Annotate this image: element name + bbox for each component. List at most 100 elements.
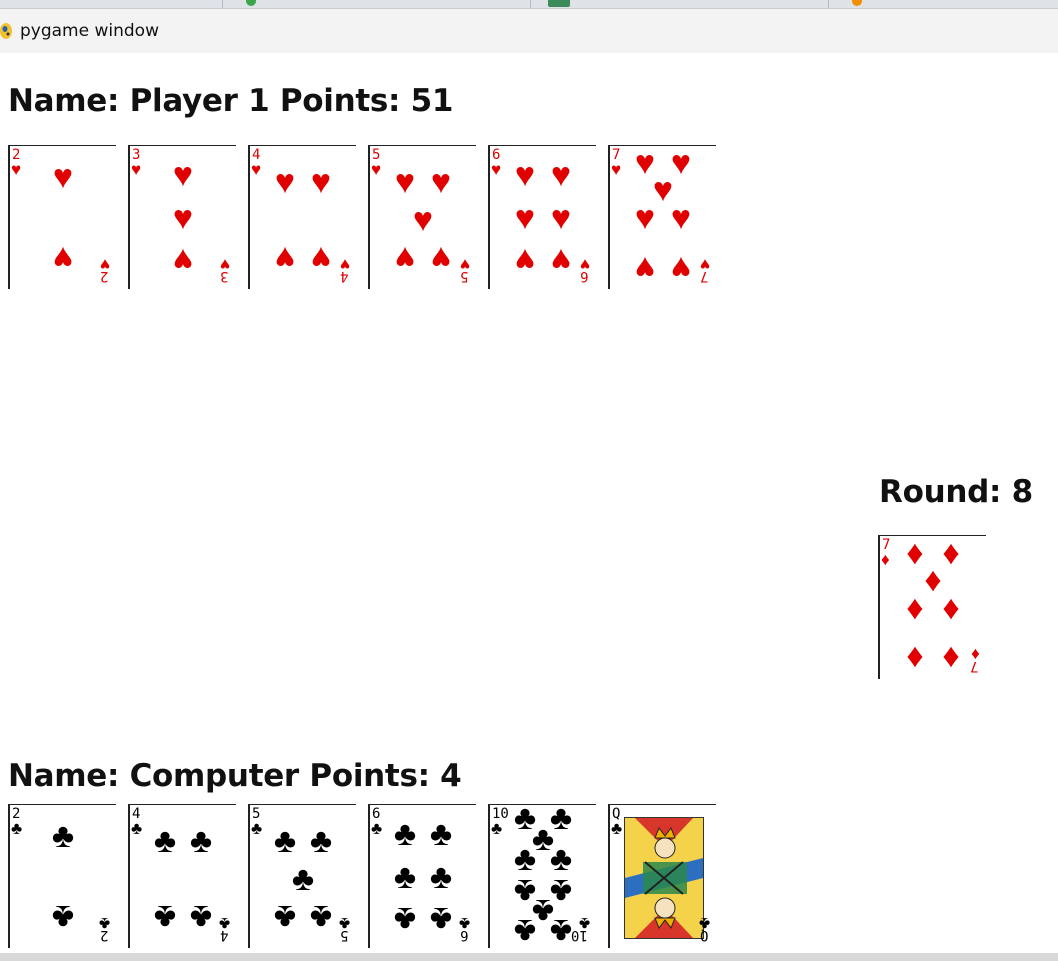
hearts-pip-icon: ♥ bbox=[670, 248, 692, 287]
clubs-pip-icon: ♣ bbox=[273, 821, 297, 860]
hearts-pip-icon: ♥ bbox=[394, 238, 416, 277]
diamonds-pip-icon: ♦ bbox=[906, 588, 924, 627]
clubs-pip-icon: ♣ bbox=[429, 814, 453, 853]
pygame-snake-icon bbox=[0, 22, 14, 40]
clubs-suit-icon: ♣ bbox=[131, 819, 143, 838]
playing-card[interactable]: 2 ♥ ♥ ♥ ♥ 2 bbox=[8, 145, 116, 289]
playing-card[interactable]: 5 ♣ ♣ ♣ ♣ ♣ ♣ ♣ 5 bbox=[248, 804, 356, 948]
hearts-pip-icon: ♥ bbox=[514, 198, 536, 237]
clubs-pip-icon: ♣ bbox=[513, 911, 537, 950]
hearts-pip-icon: ♥ bbox=[670, 144, 692, 183]
playing-card[interactable]: 4 ♥ ♥ ♥ ♥ ♥ ♥ 4 bbox=[248, 145, 356, 289]
clubs-suit-icon: ♣ bbox=[11, 819, 23, 838]
card-rank-inverted: 6 bbox=[459, 927, 468, 943]
hearts-pip-icon: ♥ bbox=[310, 238, 332, 277]
card-rank-inverted: 2 bbox=[99, 927, 108, 943]
clubs-pip-icon: ♣ bbox=[393, 857, 417, 896]
tab-separator bbox=[828, 0, 829, 8]
playing-card[interactable]: Q ♣ ♣ Q bbox=[608, 804, 716, 948]
player-score-heading: Name: Player 1 Points: 51 bbox=[8, 83, 454, 119]
hearts-pip-icon: ♥ bbox=[412, 201, 434, 240]
diamonds-pip-icon: ♦ bbox=[942, 638, 960, 677]
clubs-pip-icon: ♣ bbox=[51, 897, 75, 936]
hearts-pip-icon: ♥ bbox=[550, 241, 572, 280]
playing-card[interactable]: 7 ♦ ♦ ♦ ♦ ♦ ♦ ♦ ♦ ♦ 7 bbox=[878, 535, 986, 679]
clubs-pip-icon: ♣ bbox=[309, 897, 333, 936]
card-rank-inverted: 6 bbox=[579, 268, 588, 284]
hearts-pip-icon: ♥ bbox=[52, 238, 74, 277]
hearts-pip-icon: ♥ bbox=[514, 241, 536, 280]
clubs-pip-icon: ♣ bbox=[273, 897, 297, 936]
hearts-pip-icon: ♥ bbox=[430, 238, 452, 277]
hearts-pip-icon: ♥ bbox=[310, 162, 332, 201]
clubs-suit-icon: ♣ bbox=[611, 819, 623, 838]
diamonds-pip-icon: ♦ bbox=[942, 588, 960, 627]
clubs-pip-icon: ♣ bbox=[51, 817, 75, 856]
tab-favicon-green-icon bbox=[246, 0, 256, 6]
playing-card[interactable]: 3 ♥ ♥ ♥ ♥ ♥ 3 bbox=[128, 145, 236, 289]
card-rank-inverted: 3 bbox=[219, 268, 228, 284]
round-heading: Round: 8 bbox=[879, 474, 1033, 510]
clubs-pip-icon: ♣ bbox=[153, 821, 177, 860]
playing-card[interactable]: 6 ♥ ♥ ♥ ♥ ♥ ♥ ♥ ♥ 6 bbox=[488, 145, 596, 289]
hearts-pip-icon: ♥ bbox=[274, 238, 296, 277]
clubs-suit-icon: ♣ bbox=[491, 819, 503, 838]
hearts-pip-icon: ♥ bbox=[52, 158, 74, 197]
hearts-pip-icon: ♥ bbox=[172, 155, 194, 194]
hearts-pip-icon: ♥ bbox=[274, 162, 296, 201]
hearts-suit-icon: ♥ bbox=[491, 160, 502, 179]
diamonds-pip-icon: ♦ bbox=[906, 534, 924, 573]
computer-score-heading: Name: Computer Points: 4 bbox=[8, 758, 462, 794]
tab-separator bbox=[222, 0, 223, 8]
window-titlebar[interactable]: pygame window bbox=[0, 9, 1058, 53]
diamonds-pip-icon: ♦ bbox=[942, 534, 960, 573]
clubs-suit-icon: ♣ bbox=[251, 819, 263, 838]
card-rank-inverted: 7 bbox=[699, 268, 708, 284]
hearts-pip-icon: ♥ bbox=[172, 241, 194, 280]
hearts-pip-icon: ♥ bbox=[670, 198, 692, 237]
clubs-pip-icon: ♣ bbox=[393, 814, 417, 853]
hearts-pip-icon: ♥ bbox=[634, 248, 656, 287]
hearts-pip-icon: ♥ bbox=[430, 162, 452, 201]
hearts-pip-icon: ♥ bbox=[550, 155, 572, 194]
diamonds-pip-icon: ♦ bbox=[906, 638, 924, 677]
tab-favicon-orange-icon bbox=[852, 0, 862, 6]
clubs-pip-icon: ♣ bbox=[189, 897, 213, 936]
clubs-pip-icon: ♣ bbox=[309, 821, 333, 860]
clubs-pip-icon: ♣ bbox=[549, 911, 573, 950]
playing-card[interactable]: 7 ♥ ♥ ♥ ♥ ♥ ♥ ♥ ♥ ♥ 7 bbox=[608, 145, 716, 289]
queen-portrait-icon bbox=[624, 817, 704, 939]
hearts-suit-icon: ♥ bbox=[251, 160, 262, 179]
card-rank-inverted: Q bbox=[699, 927, 708, 943]
playing-card[interactable]: 5 ♥ ♥ ♥ ♥ ♥ ♥ ♥ 5 bbox=[368, 145, 476, 289]
hearts-pip-icon: ♥ bbox=[514, 155, 536, 194]
clubs-pip-icon: ♣ bbox=[189, 821, 213, 860]
hearts-pip-icon: ♥ bbox=[634, 198, 656, 237]
playing-card[interactable]: 10 ♣ ♣ ♣ ♣ ♣ ♣ ♣ ♣ ♣ ♣ ♣ ♣ 10 bbox=[488, 801, 596, 950]
hearts-suit-icon: ♥ bbox=[11, 160, 22, 179]
clubs-pip-icon: ♣ bbox=[429, 857, 453, 896]
clubs-pip-icon: ♣ bbox=[429, 900, 453, 939]
tab-favicon-sheet-icon bbox=[548, 0, 570, 7]
playing-card[interactable]: 2 ♣ ♣ ♣ ♣ 2 bbox=[8, 804, 116, 948]
hearts-pip-icon: ♥ bbox=[172, 198, 194, 237]
hearts-suit-icon: ♥ bbox=[611, 160, 622, 179]
clubs-suit-icon: ♣ bbox=[371, 819, 383, 838]
clubs-pip-icon: ♣ bbox=[393, 900, 417, 939]
diamonds-suit-icon: ♦ bbox=[881, 550, 890, 569]
browser-tab-strip bbox=[0, 0, 1058, 9]
hearts-pip-icon: ♥ bbox=[550, 198, 572, 237]
bottom-scrollbar[interactable] bbox=[0, 953, 1058, 961]
diamonds-pip-icon: ♦ bbox=[924, 561, 942, 600]
hearts-suit-icon: ♥ bbox=[371, 160, 382, 179]
clubs-pip-icon: ♣ bbox=[291, 860, 315, 899]
card-rank-inverted: 5 bbox=[459, 268, 468, 284]
playing-card[interactable]: 4 ♣ ♣ ♣ ♣ ♣ ♣ 4 bbox=[128, 804, 236, 948]
card-rank-inverted: 4 bbox=[339, 268, 348, 284]
card-rank-inverted: 5 bbox=[339, 927, 348, 943]
hearts-pip-icon: ♥ bbox=[394, 162, 416, 201]
tab-separator bbox=[530, 0, 531, 8]
card-rank-inverted: 4 bbox=[219, 927, 228, 943]
hearts-suit-icon: ♥ bbox=[131, 160, 142, 179]
playing-card[interactable]: 6 ♣ ♣ ♣ ♣ ♣ ♣ ♣ ♣ 6 bbox=[368, 804, 476, 948]
